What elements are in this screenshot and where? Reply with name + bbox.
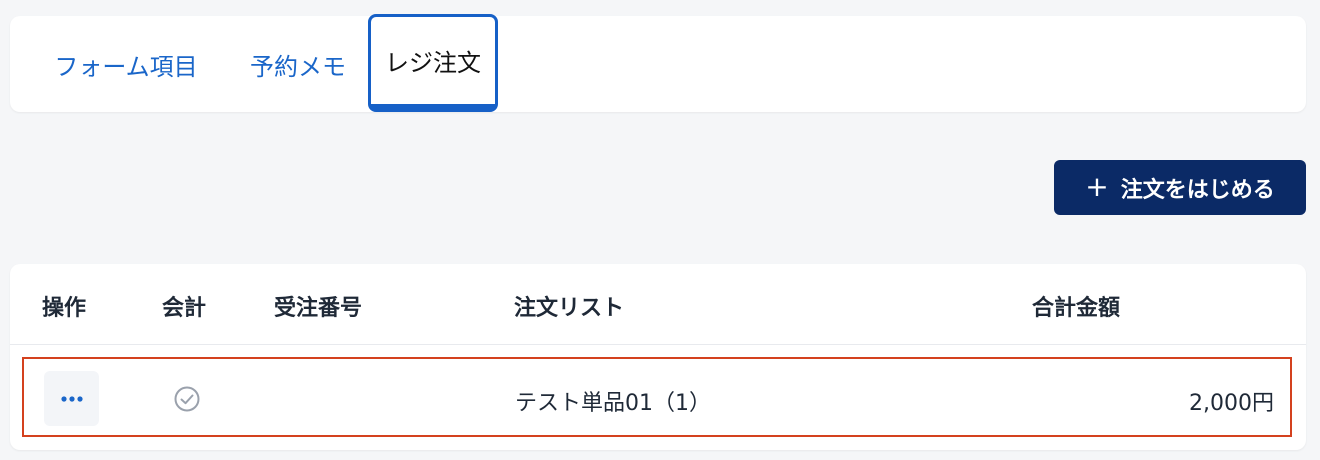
check-circle-icon: [174, 386, 200, 412]
header-operations: 操作: [42, 296, 87, 321]
total-amount-cell: 2,000円: [1189, 391, 1274, 416]
tab-reservation-memo[interactable]: 予約メモ: [236, 16, 360, 112]
tab-form-items[interactable]: フォーム項目: [46, 16, 206, 112]
order-list-cell: テスト単品01（1）: [515, 391, 711, 416]
header-order-number: 受注番号: [274, 296, 363, 321]
header-order-list: 注文リスト: [514, 296, 625, 321]
start-order-button[interactable]: + 注文をはじめる: [1054, 160, 1306, 215]
orders-table: 操作 会計 受注番号 注文リスト 合計金額 テスト単品01（1） 2,000円: [10, 264, 1306, 450]
payment-status-cell: [174, 386, 200, 412]
header-payment: 会計: [162, 296, 207, 321]
plus-icon: +: [1085, 169, 1109, 203]
header-total: 合計金額: [1032, 296, 1121, 321]
tab-bar: フォーム項目 予約メモ レジ注文: [10, 14, 1306, 112]
start-order-label: 注文をはじめる: [1120, 177, 1275, 203]
tab-register-orders-label: レジ注文: [385, 49, 481, 77]
tab-register-orders[interactable]: レジ注文: [368, 14, 498, 112]
tab-form-items-label: フォーム項目: [54, 52, 198, 81]
more-dots-icon: [60, 395, 83, 402]
tab-reservation-memo-label: 予約メモ: [250, 52, 346, 81]
table-header-row: 操作 会計 受注番号 注文リスト 合計金額: [10, 264, 1306, 345]
table-row[interactable]: テスト単品01（1） 2,000円: [22, 357, 1292, 437]
row-actions-button[interactable]: [44, 371, 99, 426]
